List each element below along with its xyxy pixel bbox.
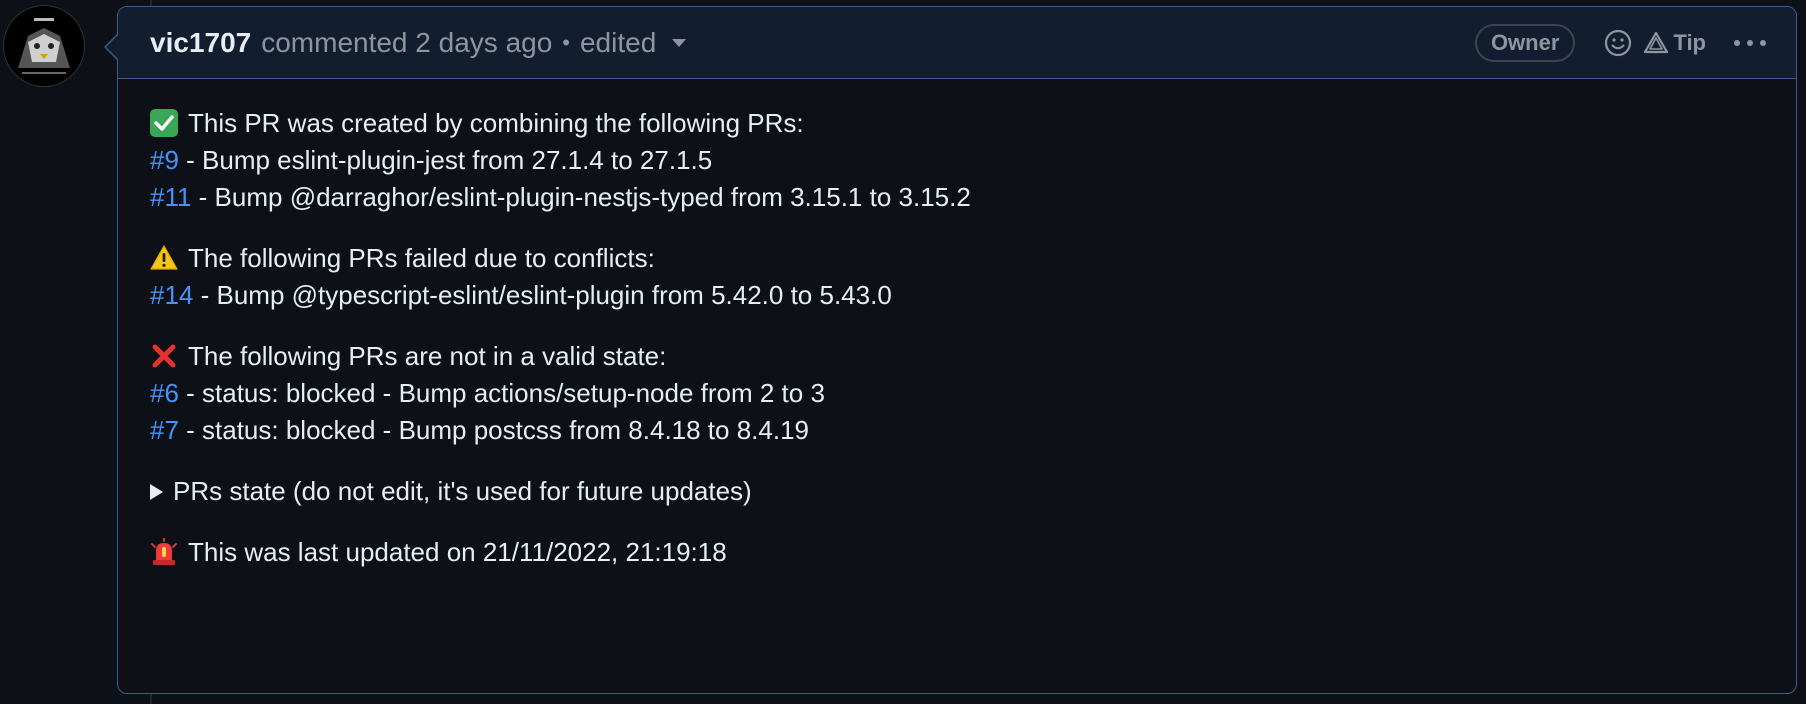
conflicts-section: The following PRs failed due to conflict… [150, 240, 1764, 314]
rotating-light-emoji-icon [150, 538, 178, 566]
warning-emoji-icon [150, 244, 178, 272]
conflicts-heading: The following PRs failed due to conflict… [188, 243, 655, 273]
pr-state-details-toggle[interactable]: PRs state (do not edit, it's used for fu… [150, 473, 1764, 510]
pr-description: - Bump @darraghor/eslint-plugin-nestjs-t… [191, 182, 971, 212]
pr-link-7[interactable]: #7 [150, 415, 179, 445]
invalid-heading-line: The following PRs are not in a valid sta… [150, 338, 1764, 375]
comment-header: vic1707 commented 2 days ago • edited Ow… [118, 7, 1796, 79]
disclosure-triangle-icon [150, 483, 163, 500]
pr-list-item: #9 - Bump eslint-plugin-jest from 27.1.4… [150, 142, 1764, 179]
avatar[interactable] [4, 6, 84, 86]
pr-link-6[interactable]: #6 [150, 378, 179, 408]
comment-actions: Owner Tip [1474, 7, 1766, 79]
last-updated-text: This was last updated on 21/11/2022, 21:… [188, 537, 727, 567]
combined-section: This PR was created by combining the fol… [150, 105, 1764, 216]
pr-description: - Bump eslint-plugin-jest from 27.1.4 to… [178, 145, 713, 175]
pr-link-11[interactable]: #11 [150, 182, 191, 212]
comment-timestamp[interactable]: commented 2 days ago [261, 27, 552, 59]
conflicts-heading-line: The following PRs failed due to conflict… [150, 240, 1764, 277]
add-reaction-button[interactable] [1603, 28, 1633, 58]
owner-badge: Owner [1474, 24, 1576, 62]
pr-list-item: #14 - Bump @typescript-eslint/eslint-plu… [150, 277, 1764, 314]
comment-caret-inner [106, 35, 118, 59]
pr-list-item: #6 - status: blocked - Bump actions/setu… [150, 375, 1764, 412]
tip-label: Tip [1673, 30, 1706, 55]
pr-list-item: #7 - status: blocked - Bump postcss from… [150, 412, 1764, 449]
comment-box: vic1707 commented 2 days ago • edited Ow… [117, 6, 1797, 694]
kebab-menu-icon[interactable] [1734, 40, 1766, 46]
comment-body: This PR was created by combining the fol… [118, 79, 1796, 571]
chevron-down-icon[interactable] [672, 38, 687, 47]
pr-list-item: #11 - Bump @darraghor/eslint-plugin-nest… [150, 179, 1764, 216]
details-summary: PRs state (do not edit, it's used for fu… [173, 476, 752, 506]
invalid-section: The following PRs are not in a valid sta… [150, 338, 1764, 449]
combined-heading: This PR was created by combining the fol… [188, 108, 804, 138]
last-updated-section: This was last updated on 21/11/2022, 21:… [150, 534, 1764, 571]
invalid-heading: The following PRs are not in a valid sta… [188, 341, 667, 371]
edited-dropdown-label[interactable]: edited [580, 27, 656, 59]
pr-link-14[interactable]: #14 [150, 280, 193, 310]
check-mark-emoji-icon [150, 109, 178, 137]
pr-description: - status: blocked - Bump actions/setup-n… [178, 378, 825, 408]
smiley-icon [1605, 29, 1632, 57]
tip-button[interactable]: Tip [1643, 30, 1734, 56]
combined-heading-line: This PR was created by combining the fol… [150, 105, 1764, 142]
last-updated-line: This was last updated on 21/11/2022, 21:… [150, 534, 1764, 571]
separator-dot: • [562, 29, 570, 55]
pr-link-9[interactable]: #9 [150, 145, 179, 175]
cross-mark-emoji-icon [150, 342, 178, 370]
author-link[interactable]: vic1707 [150, 27, 251, 59]
tip-icon [1644, 31, 1669, 54]
pr-description: - status: blocked - Bump postcss from 8.… [178, 415, 810, 445]
pr-description: - Bump @typescript-eslint/eslint-plugin … [193, 280, 892, 310]
